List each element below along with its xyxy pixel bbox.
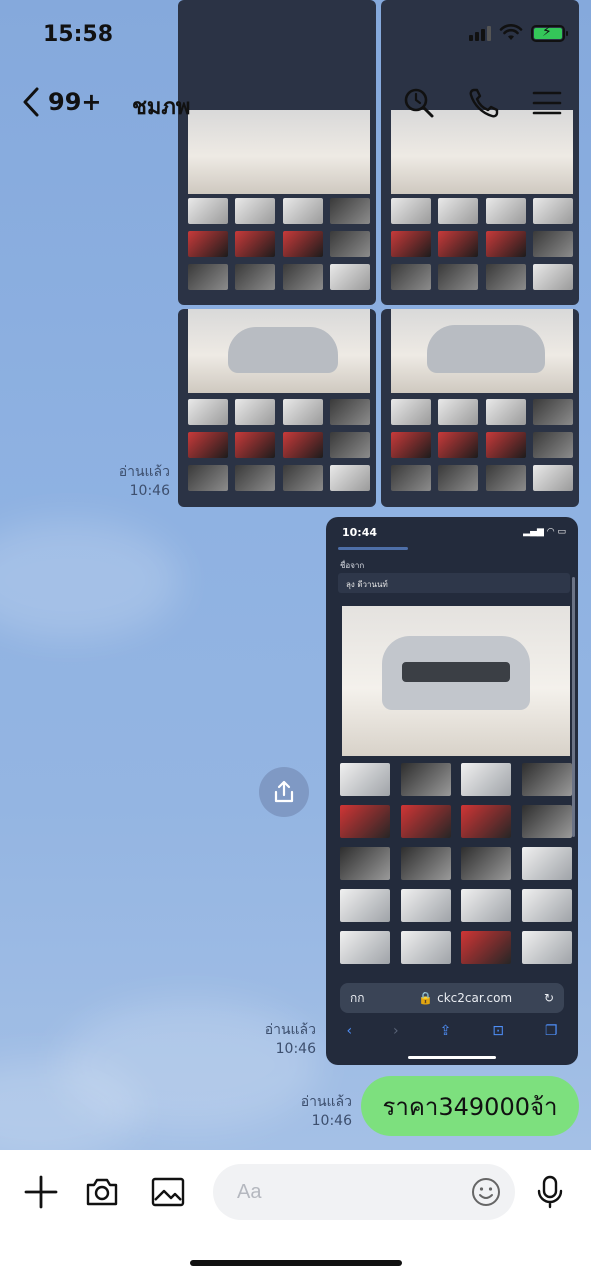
chat-header: 99+ ชมภพ	[0, 70, 591, 138]
share-icon	[274, 780, 294, 803]
thumbnail-grid	[340, 763, 572, 973]
message-input-bar	[0, 1150, 591, 1280]
search-icon[interactable]	[402, 86, 436, 120]
screenshot-scrollbar	[572, 577, 575, 837]
message-time: 10:46	[275, 1041, 316, 1057]
read-receipt: อ่านแล้ว 10:46	[80, 463, 170, 501]
chat-title: ชมภพ	[132, 95, 191, 120]
background-cloud	[0, 520, 180, 640]
wifi-icon	[499, 24, 523, 40]
message-bubble[interactable]: ราคา349000จ้า	[361, 1076, 579, 1136]
car-photo	[342, 606, 570, 756]
read-label: อ่านแล้ว	[300, 1094, 352, 1110]
bookmarks-icon: ⊡	[492, 1023, 504, 1039]
back-chevron-icon	[23, 87, 39, 117]
screenshot-url-bar: กก 🔒 ckc2car.com ↻	[340, 983, 564, 1013]
unread-count: 99+	[48, 88, 102, 116]
plus-icon[interactable]	[23, 1174, 59, 1210]
home-indicator	[190, 1260, 402, 1266]
message-time: 10:46	[311, 1113, 352, 1129]
screenshot-field-value: ลุง ดีวานนท์	[338, 573, 570, 593]
message-text: ราคา349000จ้า	[382, 1092, 558, 1121]
screenshot-text-size-label: กก	[350, 990, 365, 1005]
screenshot-image-message[interactable]: 10:44 ▂▄▆ ◠ ▭ ชื่อจาก ลุง ดีวานนท์ กก 🔒 …	[326, 517, 578, 1065]
status-bar: 15:58 ⚡	[0, 0, 591, 70]
microphone-icon[interactable]	[532, 1174, 568, 1210]
back-button[interactable]: 99+	[20, 86, 102, 118]
read-label: อ่านแล้ว	[264, 1022, 316, 1038]
forward-icon: ›	[393, 1023, 399, 1039]
screenshot-home-indicator	[408, 1056, 496, 1059]
share-icon: ⇪	[439, 1023, 452, 1039]
screenshot-url: 🔒 ckc2car.com	[418, 991, 513, 1005]
signal-icon	[469, 25, 491, 41]
status-time: 15:58	[43, 22, 114, 47]
menu-icon[interactable]	[530, 86, 564, 120]
emoji-icon[interactable]	[470, 1176, 502, 1208]
camera-icon[interactable]	[84, 1174, 120, 1210]
screenshot-status-icons: ▂▄▆ ◠ ▭	[523, 527, 566, 537]
read-label: อ่านแล้ว	[118, 464, 170, 480]
reload-icon: ↻	[543, 991, 554, 1005]
screenshot-field-label: ชื่อจาก	[340, 561, 365, 570]
tabs-icon: ❐	[544, 1023, 558, 1039]
read-receipt: อ่านแล้ว 10:46	[262, 1093, 352, 1131]
read-receipt: อ่านแล้ว 10:46	[226, 1021, 316, 1059]
screenshot-browser-toolbar: ‹ › ⇪ ⊡ ❐	[326, 1019, 578, 1043]
car-photo	[188, 309, 370, 393]
photo-grid-card[interactable]	[178, 309, 376, 507]
share-button[interactable]	[259, 767, 309, 817]
back-icon: ‹	[346, 1023, 353, 1039]
phone-icon[interactable]	[467, 86, 501, 120]
photo-grid-card[interactable]	[381, 309, 579, 507]
battery-icon: ⚡	[531, 24, 568, 42]
message-time: 10:46	[129, 483, 170, 499]
status-icons: ⚡	[469, 24, 568, 42]
gallery-icon[interactable]	[150, 1174, 186, 1210]
screenshot-status-time: 10:44	[342, 526, 378, 539]
car-photo	[391, 309, 573, 393]
